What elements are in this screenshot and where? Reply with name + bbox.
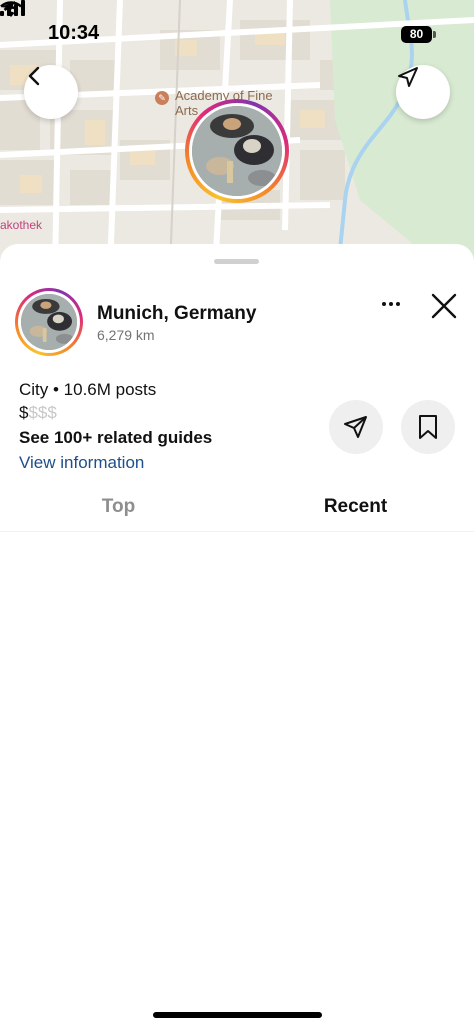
sheet-grabber[interactable] — [214, 259, 259, 264]
tab-recent[interactable]: Recent — [237, 496, 474, 518]
post-tabs: Top Recent — [0, 488, 474, 532]
place-distance: 6,279 km — [97, 327, 155, 343]
related-guides-link[interactable]: See 100+ related guides — [19, 428, 212, 448]
home-indicator[interactable] — [153, 1012, 322, 1018]
location-sheet: Munich, Germany 6,279 km City • 10.6M po… — [0, 244, 474, 1027]
battery-cap — [433, 31, 436, 38]
chevron-left-icon — [28, 66, 40, 86]
tab-top[interactable]: Top — [0, 496, 237, 518]
close-icon[interactable] — [428, 290, 460, 322]
category-and-post-count: City • 10.6M posts — [19, 380, 157, 399]
more-dot-icon — [396, 302, 400, 306]
current-location-button[interactable] — [396, 65, 450, 119]
location-avatar[interactable] — [15, 288, 83, 356]
more-dot-icon — [382, 302, 386, 306]
bookmark-icon — [419, 415, 437, 439]
place-name: Munich, Germany — [97, 303, 257, 324]
price-level-inactive: $$$ — [28, 403, 57, 422]
map-view[interactable]: ✎ Academy of Fine Arts akothek 10:34 80 — [0, 0, 474, 270]
more-dot-icon — [389, 302, 393, 306]
map-location-pin[interactable] — [185, 99, 289, 203]
battery-indicator: 80 — [401, 26, 432, 43]
view-information-link[interactable]: View information — [19, 453, 144, 473]
map-edge-label: akothek — [0, 218, 43, 232]
share-button[interactable] — [329, 400, 383, 454]
price-level: $$$$ — [19, 403, 57, 423]
wifi-icon — [0, 1, 22, 17]
location-photo — [192, 106, 282, 196]
more-options-button[interactable] — [374, 292, 408, 316]
status-bar: 10:34 80 — [0, 0, 474, 60]
save-button[interactable] — [401, 400, 455, 454]
location-arrow-icon — [398, 67, 418, 87]
status-time: 10:34 — [48, 22, 100, 44]
send-icon — [344, 416, 367, 438]
museum-icon: ✎ — [155, 91, 169, 105]
location-avatar-photo — [21, 294, 77, 350]
back-button[interactable] — [24, 65, 78, 119]
